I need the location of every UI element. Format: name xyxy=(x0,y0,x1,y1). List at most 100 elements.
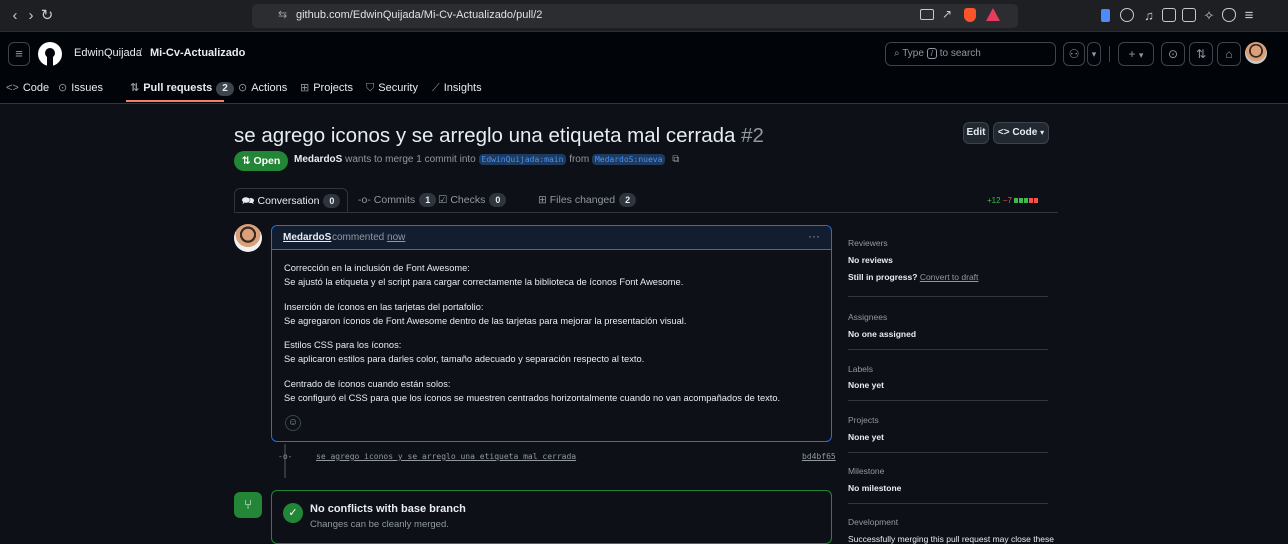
kebab-menu-icon[interactable]: ··· xyxy=(808,229,820,243)
code-button[interactable]: <> Code ▾ xyxy=(993,122,1049,144)
development-heading[interactable]: Development xyxy=(848,517,898,527)
reload-icon[interactable]: ↻ xyxy=(38,6,56,26)
merge-status-subtitle: Changes can be cleanly merged. xyxy=(310,519,449,530)
cast-icon[interactable] xyxy=(920,9,934,20)
edit-button[interactable]: Edit xyxy=(963,122,989,144)
draft-hint: Still in progress? Convert to draft xyxy=(848,272,979,282)
projects-value: None yet xyxy=(848,432,884,442)
head-branch[interactable]: MedardoS:nueva xyxy=(591,154,666,165)
comment-author-link[interactable]: MedardoS xyxy=(283,232,331,243)
reviewers-heading[interactable]: Reviewers xyxy=(848,238,888,248)
tabs-divider xyxy=(234,212,1058,213)
tab-actions[interactable]: ⊙ Actions xyxy=(238,74,287,102)
avatar[interactable] xyxy=(234,224,262,252)
tab-security[interactable]: ⛉ Security xyxy=(366,74,418,102)
brave-rewards-icon[interactable] xyxy=(986,8,1000,21)
check-icon: ✓ xyxy=(283,503,303,523)
vpn-icon[interactable] xyxy=(1222,8,1236,22)
pull-requests-count: 2 xyxy=(216,82,234,96)
chevron-down-icon: ▾ xyxy=(1040,128,1045,137)
diffstat-block xyxy=(1019,198,1024,203)
extension-icon[interactable] xyxy=(1101,9,1110,22)
path-separator: / xyxy=(139,47,143,59)
tab-insights[interactable]: ⟋ Insights xyxy=(432,74,482,102)
comment-header: MedardoS commented now ··· xyxy=(272,226,831,250)
search-icon: ⌕ xyxy=(894,48,900,59)
tab-pull-requests[interactable]: ⇅ Pull requests 2 xyxy=(130,74,234,102)
convert-to-draft-link[interactable]: Convert to draft xyxy=(920,272,979,282)
search-shortcut-key: / xyxy=(926,48,937,59)
commit-message-link[interactable]: se agrego iconos y se arreglo una etique… xyxy=(316,452,576,461)
code-icon: <> xyxy=(997,127,1010,138)
add-reaction-icon[interactable]: ☺ xyxy=(285,415,301,431)
issues-icon[interactable]: ⊙ xyxy=(1161,42,1185,66)
merge-status-title: No conflicts with base branch xyxy=(310,503,466,515)
chevron-down-icon: ▾ xyxy=(1138,50,1144,60)
diffstat-block xyxy=(1034,198,1039,203)
music-icon[interactable]: ♫ xyxy=(1140,6,1158,26)
menu-icon[interactable]: ≡ xyxy=(1240,6,1258,26)
code-icon: <> xyxy=(6,82,19,94)
copy-icon[interactable]: ⧉ xyxy=(672,154,679,165)
comment-timestamp-link[interactable]: now xyxy=(387,232,405,243)
tab-conversation[interactable]: 🗪 Conversation 0 xyxy=(234,188,348,212)
development-value: Successfully merging this pull request m… xyxy=(848,534,1054,544)
base-branch[interactable]: EdwinQuijada:main xyxy=(478,154,567,165)
hamburger-menu-button[interactable]: ≡ xyxy=(8,42,30,66)
assignees-heading[interactable]: Assignees xyxy=(848,312,887,322)
merge-status-box: ✓ No conflicts with base branch Changes … xyxy=(271,490,832,544)
search-input[interactable]: ⌕ Type / to search xyxy=(885,42,1056,66)
timeline-line xyxy=(284,444,286,478)
site-settings-icon[interactable]: ⇆ xyxy=(278,8,287,21)
git-commit-icon: -o- xyxy=(358,194,371,206)
merge-info: MedardoS wants to merge 1 commit into Ed… xyxy=(294,154,680,165)
commit-sha-link[interactable]: bd4bf65 xyxy=(802,452,836,461)
tab-files-changed[interactable]: ⊞ Files changed 2 xyxy=(538,188,637,212)
git-merge-icon: ⑂ xyxy=(234,492,262,518)
address-bar[interactable]: ⇆ github.com/EdwinQuijada/Mi-Cv-Actualiz… xyxy=(252,4,1018,28)
git-pull-request-icon: ⇅ xyxy=(130,82,140,94)
git-commit-icon: -o- xyxy=(278,452,293,461)
pr-number: #2 xyxy=(741,124,764,147)
deletions-count: −7 xyxy=(1002,196,1012,205)
comment-discussion-icon: 🗪 xyxy=(241,195,255,207)
labels-value: None yet xyxy=(848,380,884,390)
create-new-button[interactable]: + ▾ xyxy=(1118,42,1154,66)
graph-icon: ⟋ xyxy=(432,82,440,94)
tab-checks[interactable]: ☑ Checks 0 xyxy=(438,188,507,212)
sidebar-icon[interactable] xyxy=(1162,8,1176,22)
comment-paragraph: Centrado de íconos cuando están solos: S… xyxy=(284,379,781,403)
shield-icon: ⛉ xyxy=(366,82,375,94)
diffstat-block xyxy=(1024,198,1029,203)
milestone-heading[interactable]: Milestone xyxy=(848,466,884,476)
comment-paragraph: Corrección en la inclusión de Font Aweso… xyxy=(284,263,684,287)
browser-toolbar: ‹ › ↻ ⇆ github.com/EdwinQuijada/Mi-Cv-Ac… xyxy=(0,0,1288,32)
copilot-icon[interactable]: ⚇ xyxy=(1063,42,1085,66)
inbox-icon[interactable]: ⌂ xyxy=(1217,42,1241,66)
active-tab-underline xyxy=(126,100,224,102)
projects-heading[interactable]: Projects xyxy=(848,415,879,425)
pr-author-link[interactable]: MedardoS xyxy=(294,154,342,165)
screenshot-icon[interactable] xyxy=(1182,8,1196,22)
play-icon: ⊙ xyxy=(238,82,248,94)
sidebar-divider xyxy=(848,400,1048,401)
brave-shields-icon[interactable] xyxy=(964,8,976,22)
leo-icon[interactable]: ✧ xyxy=(1200,6,1218,26)
user-avatar[interactable] xyxy=(1245,42,1267,64)
sidebar-divider xyxy=(848,296,1048,297)
tab-projects[interactable]: ⊞ Projects xyxy=(300,74,353,102)
tab-commits[interactable]: -o- Commits 1 xyxy=(358,188,437,212)
comment-paragraph: Inserción de íconos en las tarjetas del … xyxy=(284,302,687,326)
pull-requests-icon[interactable]: ⇅ xyxy=(1189,42,1213,66)
copilot-dropdown-button[interactable]: ▾ xyxy=(1087,42,1101,66)
github-logo-icon[interactable] xyxy=(38,42,62,66)
repo-name-link[interactable]: Mi-Cv-Actualizado xyxy=(150,47,245,59)
share-icon[interactable]: ↗ xyxy=(942,7,952,21)
git-pull-request-icon: ⇅ xyxy=(241,155,251,167)
tab-code[interactable]: <> Code xyxy=(6,74,49,102)
labels-heading[interactable]: Labels xyxy=(848,364,873,374)
tab-issues[interactable]: ⊙ Issues xyxy=(58,74,103,102)
repo-owner-link[interactable]: EdwinQuijada xyxy=(74,47,142,59)
github-header: ≡ EdwinQuijada / Mi-Cv-Actualizado ⌕ Typ… xyxy=(0,32,1288,104)
extensions-icon[interactable] xyxy=(1120,8,1134,22)
